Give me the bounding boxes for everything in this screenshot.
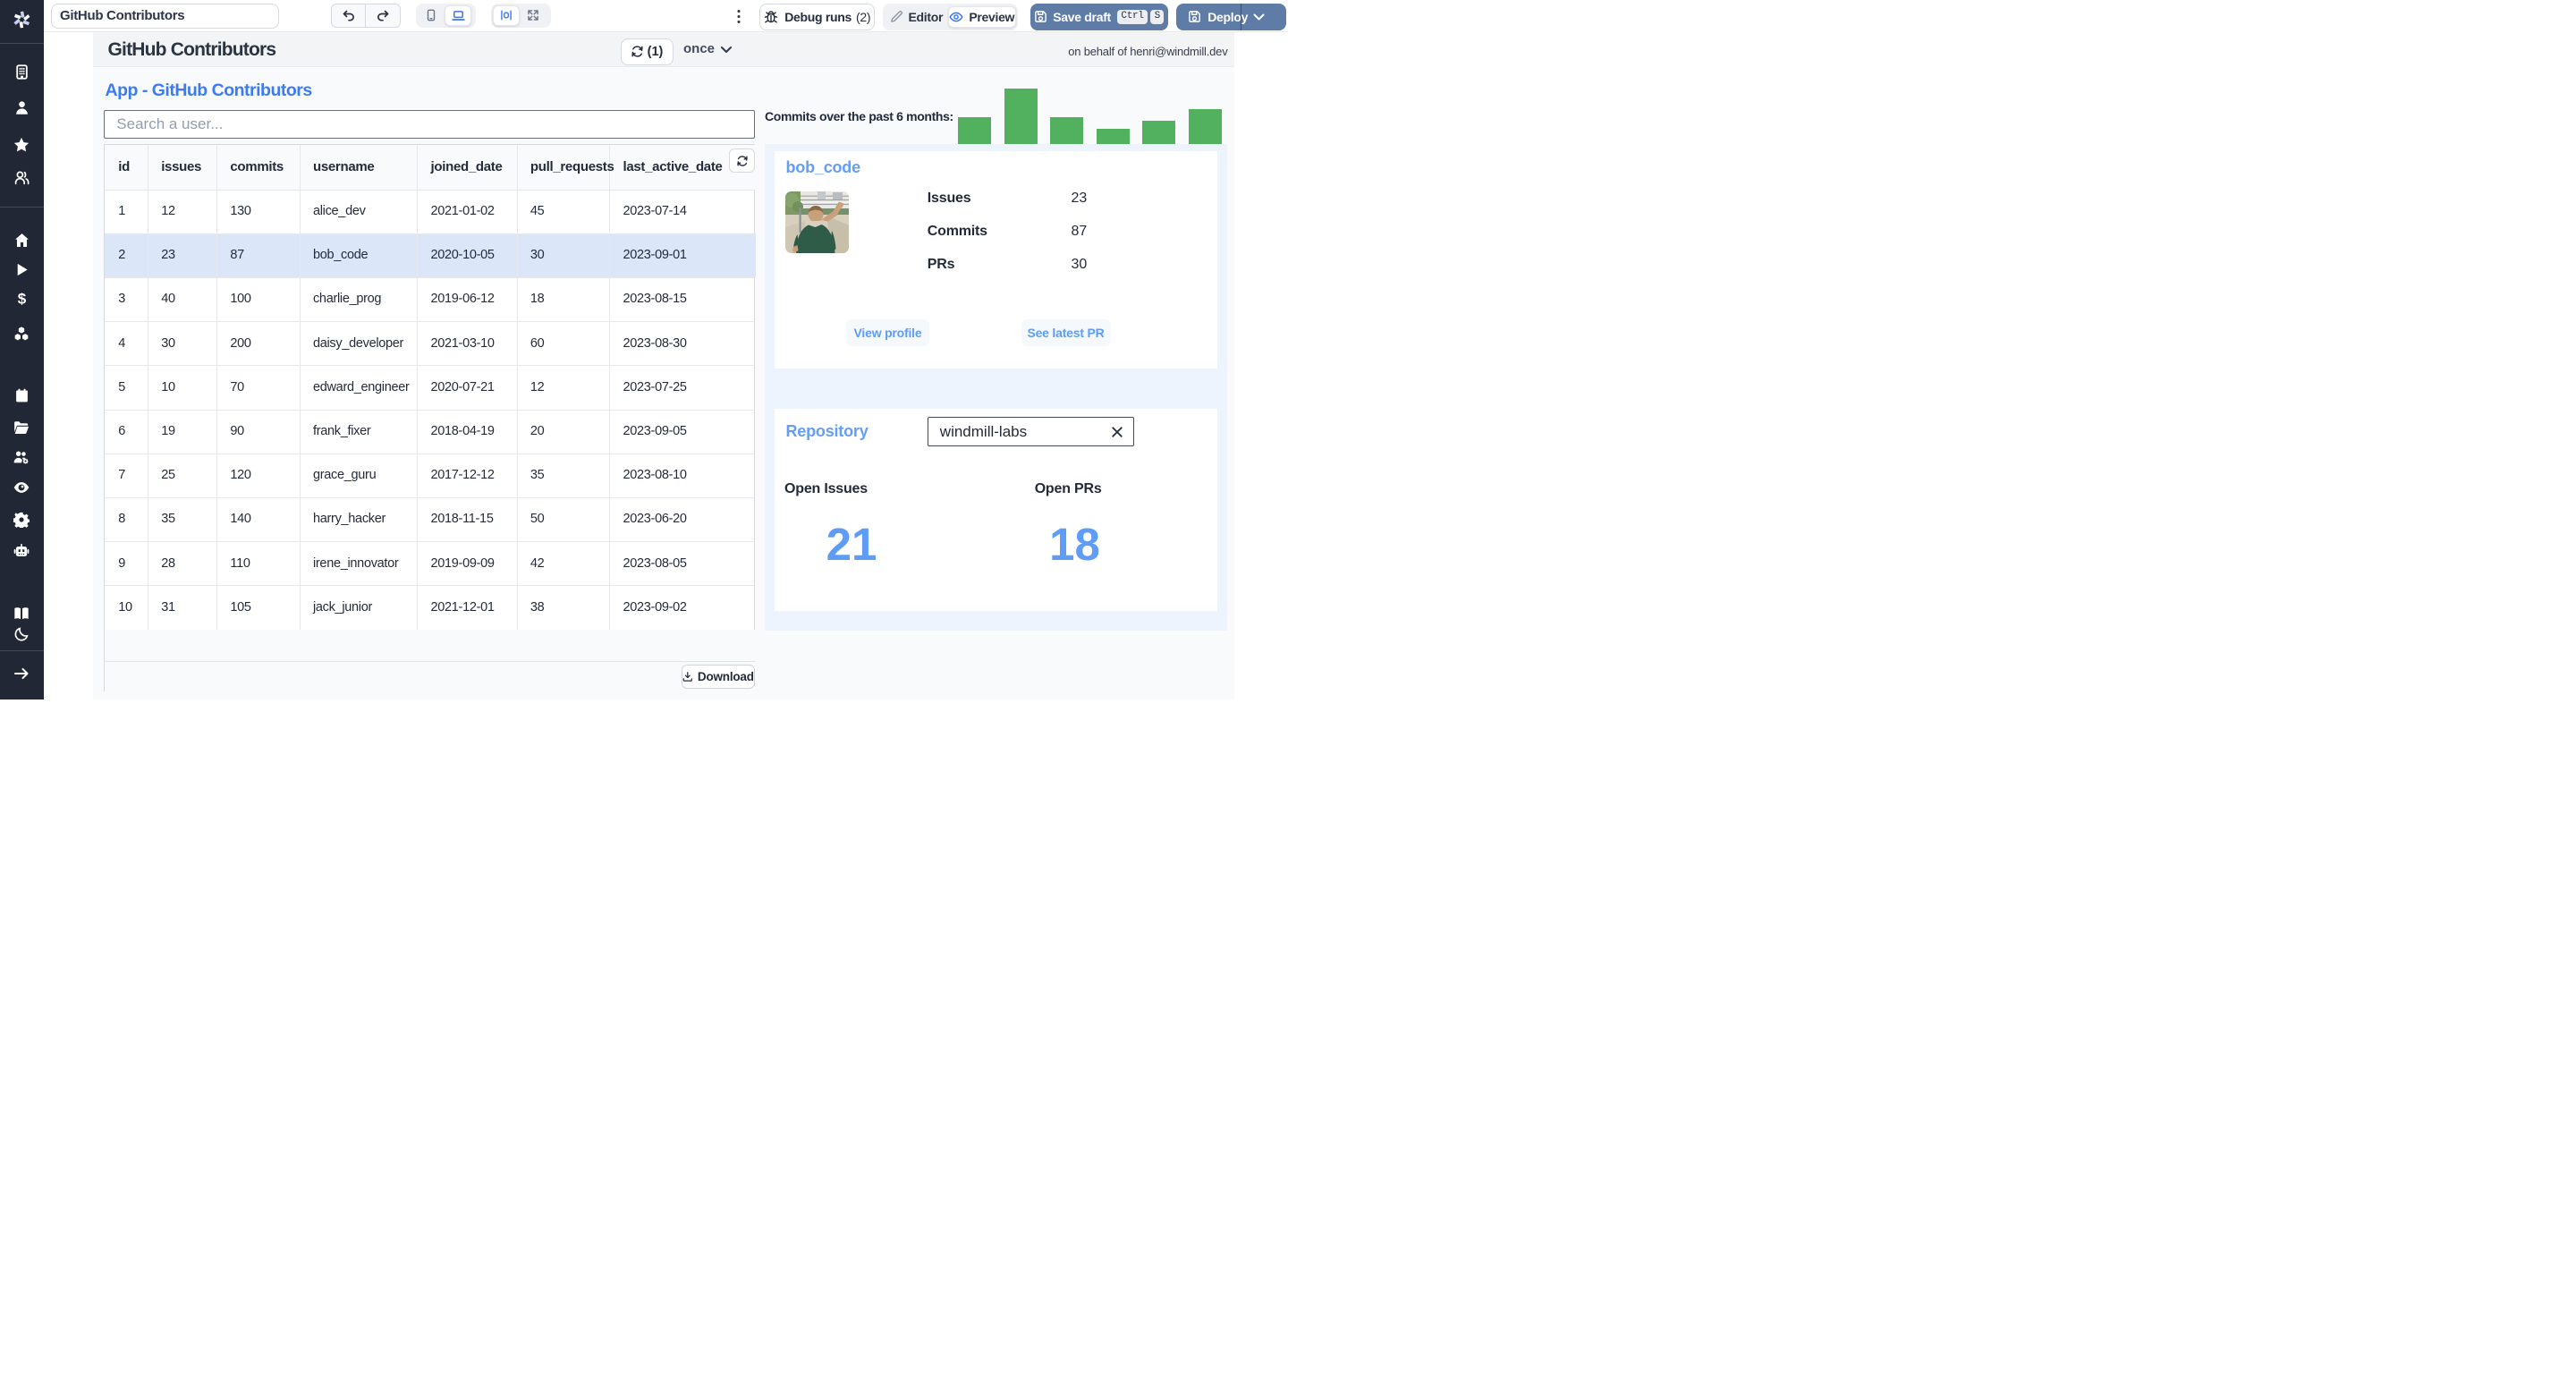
svg-text:$: $: [18, 291, 27, 306]
